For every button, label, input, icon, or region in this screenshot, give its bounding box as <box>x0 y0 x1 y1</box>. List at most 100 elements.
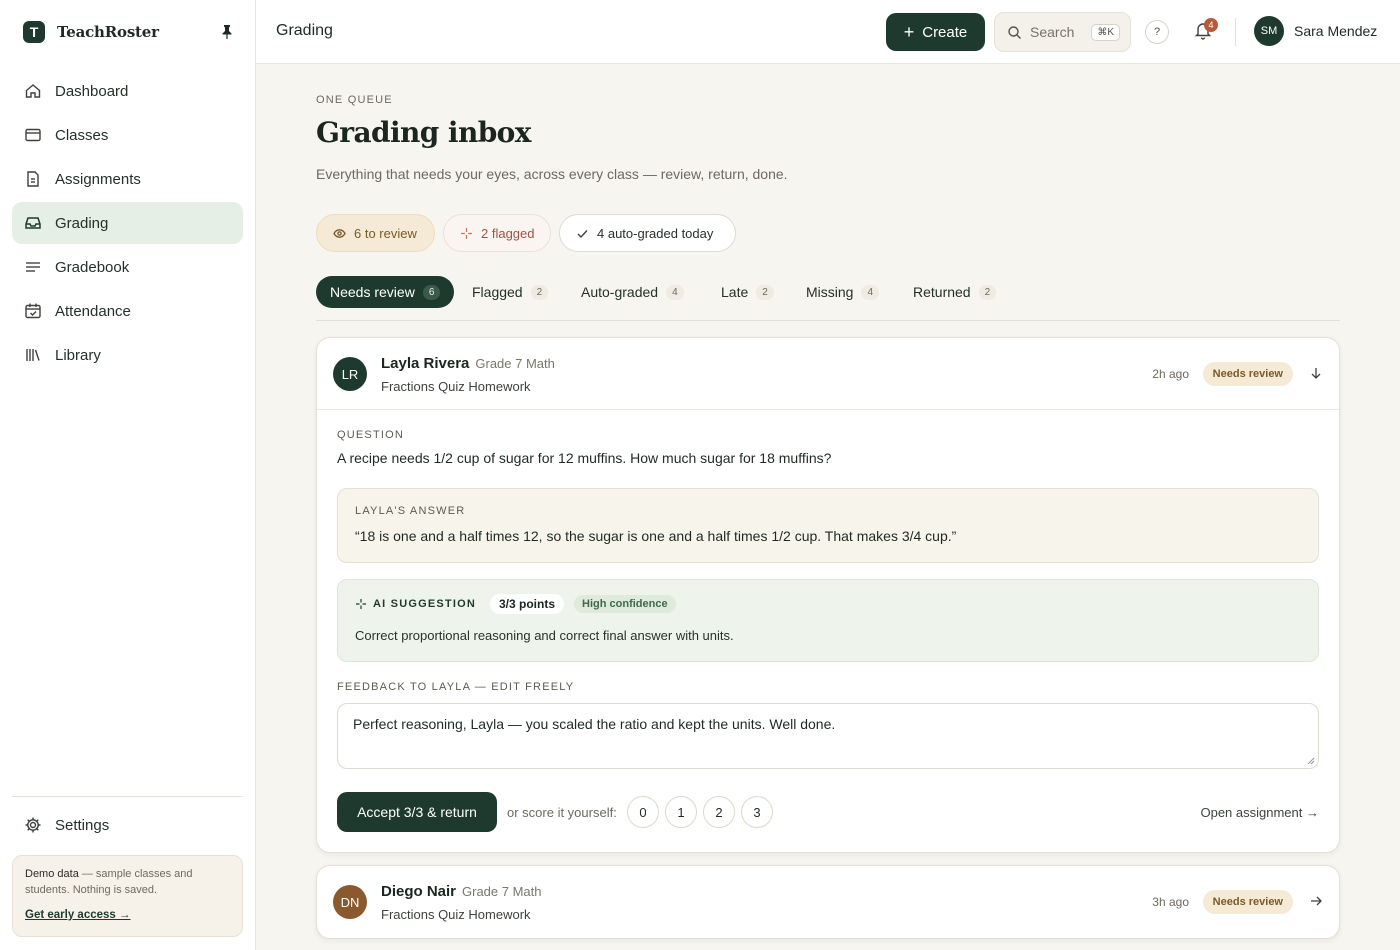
avatar[interactable]: SM <box>1254 16 1284 46</box>
tab-count: 6 <box>422 284 441 300</box>
answer-label: LAYLA'S ANSWER <box>355 505 466 517</box>
summary-auto-graded[interactable]: 4 auto-graded today <box>559 214 736 252</box>
search-icon <box>1008 25 1021 39</box>
help-button[interactable]: ? <box>1145 20 1169 44</box>
sidebar-item-label: Dashboard <box>55 82 129 100</box>
score-button-1[interactable]: 1 <box>665 796 697 828</box>
avatar: LR <box>333 357 367 391</box>
student-name: Diego Nair <box>381 883 457 900</box>
tab-needs-review[interactable]: Needs review 6 <box>316 276 455 308</box>
notification-badge: 4 <box>1204 18 1218 32</box>
feedback-label: FEEDBACK TO LAYLA — EDIT FREELY <box>337 681 575 693</box>
pin-icon[interactable] <box>220 24 234 40</box>
page-subtitle: Everything that needs your eyes, across … <box>316 166 788 182</box>
ai-points: 3/3 points <box>490 594 565 614</box>
timestamp: 2h ago <box>1152 367 1189 381</box>
search-shortcut: ⌘K <box>1091 23 1120 41</box>
tab-label: Auto-graded <box>581 284 659 300</box>
tab-count: 2 <box>756 284 774 300</box>
early-access-link[interactable]: Get early access → <box>25 909 131 921</box>
assignment-name: Fractions Quiz Homework <box>381 379 531 394</box>
timestamp: 3h ago <box>1152 895 1189 909</box>
sidebar-item-label: Library <box>55 346 101 364</box>
summary-to-review[interactable]: 6 to review <box>316 214 435 252</box>
user-name[interactable]: Sara Mendez <box>1294 23 1377 39</box>
tab-auto-graded[interactable]: Auto-graded 4 <box>581 276 684 308</box>
sidebar-item-gradebook[interactable]: Gradebook <box>12 246 243 288</box>
tab-flagged[interactable]: Flagged 2 <box>472 276 549 308</box>
tab-late[interactable]: Late 2 <box>721 276 774 308</box>
demo-notice: Demo data — sample classes and students.… <box>12 855 243 937</box>
student-name-line: Diego Nair Grade 7 Math <box>381 883 542 900</box>
tab-label: Late <box>721 284 749 300</box>
submission-header[interactable]: DN Diego Nair Grade 7 Math Fractions Quiz… <box>317 866 1339 938</box>
assignment-name: Fractions Quiz Homework <box>381 907 531 922</box>
sidebar-item-settings[interactable]: Settings <box>12 804 243 846</box>
demo-title: Demo data <box>25 868 79 880</box>
eyebrow: ONE QUEUE <box>316 94 393 106</box>
sidebar-divider <box>12 796 243 797</box>
answer-text: “18 is one and a half times 12, so the s… <box>355 528 957 544</box>
list-icon <box>26 262 40 272</box>
accept-return-button[interactable]: Accept 3/3 & return <box>337 792 497 832</box>
ai-suggestion-header: AI SUGGESTION 3/3 points High confidence <box>355 594 676 614</box>
feedback-text: Perfect reasoning, Layla — you scaled th… <box>353 716 836 732</box>
student-class: Grade 7 Math <box>475 356 555 371</box>
tab-missing[interactable]: Missing 4 <box>806 276 880 308</box>
submission-card[interactable]: DN Diego Nair Grade 7 Math Fractions Quiz… <box>316 865 1340 939</box>
brand[interactable]: T TeachRoster <box>23 20 159 44</box>
tab-returned[interactable]: Returned 2 <box>913 276 997 308</box>
ai-suggestion: AI SUGGESTION 3/3 points High confidence… <box>337 579 1319 662</box>
score-button-2[interactable]: 2 <box>703 796 735 828</box>
ai-rationale: Correct proportional reasoning and corre… <box>355 628 734 643</box>
summary-label: 4 auto-graded today <box>597 225 714 241</box>
window-icon <box>25 128 41 142</box>
sidebar-item-label: Settings <box>55 816 110 834</box>
sidebar-item-label: Assignments <box>55 170 141 188</box>
home-icon <box>25 84 41 98</box>
sidebar-item-label: Gradebook <box>55 258 130 276</box>
feedback-field[interactable]: Perfect reasoning, Layla — you scaled th… <box>337 703 1319 769</box>
plus-icon: + <box>903 22 915 42</box>
question-text: A recipe needs 1/2 cup of sugar for 12 m… <box>337 450 832 466</box>
summary-label: 2 flagged <box>481 225 535 241</box>
submission-card: LR Layla Rivera Grade 7 Math Fractions Qu… <box>316 337 1340 853</box>
page-title: Grading <box>276 22 333 39</box>
header-divider <box>1235 18 1236 46</box>
open-assignment-link[interactable]: Open assignment → <box>1200 805 1319 820</box>
student-name-line: Layla Rivera Grade 7 Math <box>381 355 555 372</box>
sparkle-icon <box>356 599 366 609</box>
summary-label: 6 to review <box>354 225 417 241</box>
sidebar-item-classes[interactable]: Classes <box>12 114 243 156</box>
sidebar-item-label: Grading <box>55 214 109 232</box>
document-icon <box>27 171 39 187</box>
search-placeholder: Search <box>1030 24 1075 40</box>
sidebar-item-assignments[interactable]: Assignments <box>12 158 243 200</box>
check-icon <box>577 229 588 238</box>
tab-count: 2 <box>530 284 549 300</box>
brand-logo-icon: T <box>23 21 45 43</box>
score-prompt: or score it yourself: <box>507 805 617 820</box>
score-button-0[interactable]: 0 <box>627 796 659 828</box>
ai-label: AI SUGGESTION <box>373 598 476 610</box>
sidebar-item-library[interactable]: Library <box>12 334 243 376</box>
sidebar-item-dashboard[interactable]: Dashboard <box>12 70 243 112</box>
tab-count: 4 <box>861 284 880 300</box>
tab-label: Returned <box>913 284 971 300</box>
settings-section: Settings <box>12 804 243 848</box>
create-button[interactable]: + Create <box>886 13 985 51</box>
grading-tabs: Needs review 6 Flagged 2 Auto-graded 4 L… <box>316 276 1340 321</box>
score-button-3[interactable]: 3 <box>741 796 773 828</box>
calendar-check-icon <box>25 303 41 319</box>
sidebar-item-attendance[interactable]: Attendance <box>12 290 243 332</box>
arrow-right-icon[interactable] <box>1309 894 1323 908</box>
brand-name: TeachRoster <box>57 23 159 41</box>
student-name: Layla Rivera <box>381 355 470 372</box>
sidebar-item-grading[interactable]: Grading <box>12 202 243 244</box>
submission-header[interactable]: LR Layla Rivera Grade 7 Math Fractions Qu… <box>317 338 1339 410</box>
search-input[interactable]: Search ⌘K <box>994 12 1131 52</box>
resize-handle-icon[interactable] <box>1307 757 1315 765</box>
sidebar-nav: Dashboard Classes Assignments Grading Gr… <box>12 70 243 378</box>
arrow-down-icon[interactable] <box>1309 366 1323 380</box>
summary-flagged[interactable]: 2 flagged <box>443 214 551 252</box>
